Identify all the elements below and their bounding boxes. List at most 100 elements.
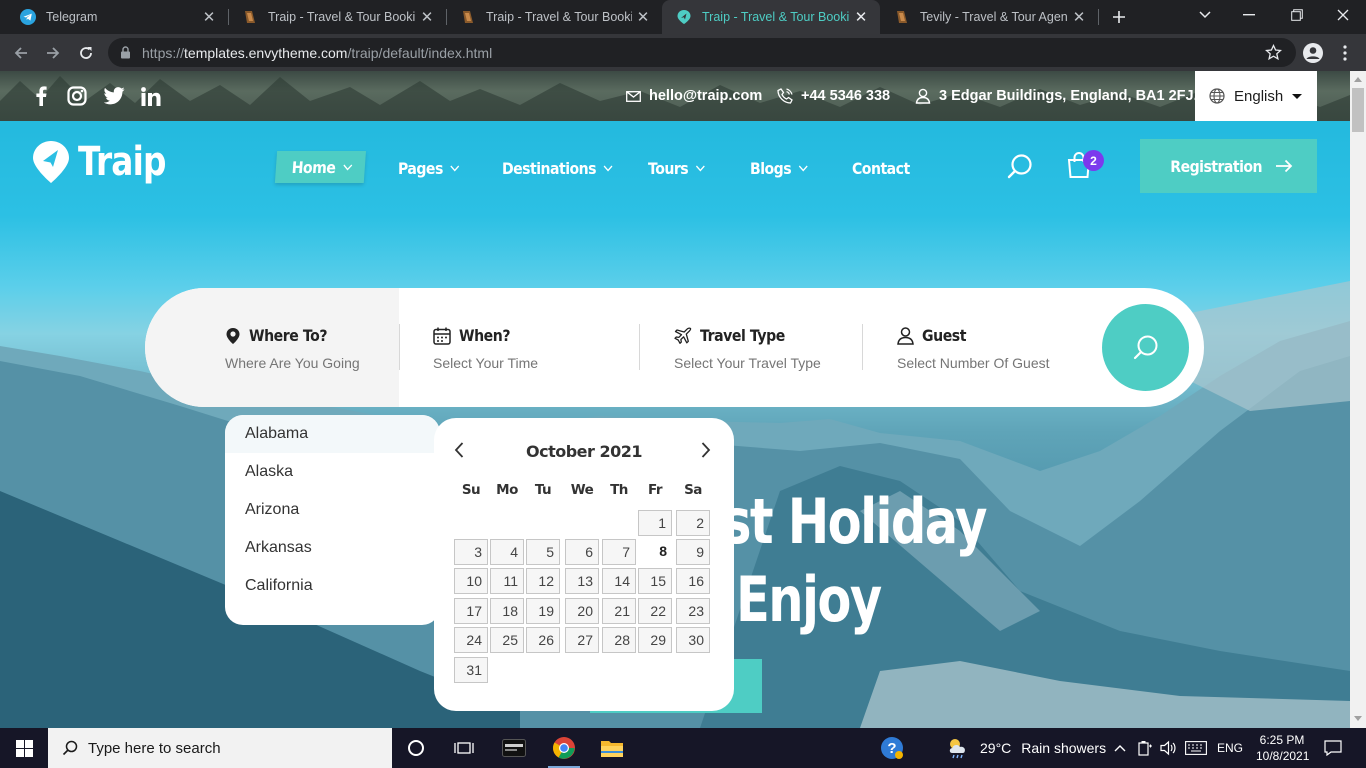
calendar-day[interactable]: 19 [526, 598, 560, 624]
nav-blogs[interactable]: Blogs [750, 153, 808, 183]
tab-traip-2[interactable]: Traip - Travel & Tour Booking ✕ [446, 0, 662, 34]
dropdown-option[interactable]: Alaska [225, 453, 440, 491]
calendar-day[interactable]: 4 [490, 539, 524, 565]
calendar-day[interactable]: 31 [454, 657, 488, 683]
nav-tours[interactable]: Tours [648, 153, 705, 183]
calendar-day[interactable]: 10 [454, 568, 488, 594]
calendar-day[interactable]: 26 [526, 627, 560, 653]
new-tab-button[interactable] [1106, 4, 1132, 30]
calendar-day-today[interactable]: 8 [638, 539, 672, 565]
calendar-day[interactable]: 30 [676, 627, 710, 653]
site-logo[interactable]: Traip [32, 139, 185, 185]
chrome-icon[interactable] [540, 728, 588, 768]
calendar-day[interactable]: 7 [602, 539, 636, 565]
volume-icon[interactable] [1158, 728, 1180, 768]
forward-button[interactable] [40, 40, 66, 66]
nav-pages[interactable]: Pages [398, 153, 460, 183]
cortana-icon[interactable] [392, 728, 440, 768]
battery-icon[interactable] [1134, 728, 1156, 768]
task-view-icon[interactable] [440, 728, 488, 768]
calendar-day[interactable]: 22 [638, 598, 672, 624]
calendar-day[interactable]: 13 [565, 568, 599, 594]
calendar-day[interactable]: 23 [676, 598, 710, 624]
dropdown-option[interactable]: Arkansas [225, 529, 440, 567]
close-icon[interactable]: ✕ [198, 6, 220, 28]
minimize-button[interactable] [1236, 2, 1262, 28]
windows-start-button[interactable] [0, 728, 48, 768]
search-icon[interactable] [1006, 153, 1034, 181]
show-hidden-icons-icon[interactable] [1110, 728, 1130, 768]
when-field[interactable]: When? Select Your Time [433, 326, 538, 371]
back-button[interactable] [8, 40, 34, 66]
dropdown-option[interactable]: California [225, 567, 440, 605]
nav-home[interactable]: Home [274, 151, 366, 183]
close-icon[interactable]: ✕ [850, 6, 872, 28]
calendar-day[interactable]: 3 [454, 539, 488, 565]
instagram-icon[interactable] [66, 85, 88, 107]
calendar-day[interactable]: 5 [526, 539, 560, 565]
taskbar-search-box[interactable]: Type here to search [48, 728, 392, 768]
calendar-day[interactable]: 14 [602, 568, 636, 594]
email-info[interactable]: hello@traip.com [626, 87, 762, 105]
calendar-day[interactable]: 11 [490, 568, 524, 594]
bookmark-star-icon[interactable] [1265, 44, 1282, 61]
scroll-down-icon[interactable] [1354, 716, 1362, 721]
app-icon[interactable] [490, 728, 538, 768]
notifications-icon[interactable] [1318, 728, 1348, 768]
calendar-day[interactable]: 6 [565, 539, 599, 565]
nav-contact[interactable]: Contact [852, 153, 910, 183]
calendar-day[interactable]: 20 [565, 598, 599, 624]
search-submit-button[interactable] [1102, 304, 1189, 391]
calendar-day[interactable]: 1 [638, 510, 672, 536]
calendar-day[interactable]: 21 [602, 598, 636, 624]
chevron-right-icon[interactable] [701, 442, 711, 458]
calendar-day[interactable]: 28 [602, 627, 636, 653]
tab-tevily[interactable]: Tevily - Travel & Tour Agency ✕ [880, 0, 1098, 34]
url-field[interactable]: https://templates.envytheme.com/traip/de… [108, 38, 1296, 67]
page-scrollbar[interactable] [1350, 71, 1366, 728]
dropdown-option[interactable]: Alabama [225, 415, 440, 453]
tab-traip-active[interactable]: Traip - Travel & Tour Booking ✕ [662, 0, 880, 34]
help-icon[interactable]: ? [868, 728, 916, 768]
keyboard-icon[interactable] [1183, 728, 1209, 768]
where-to-field[interactable]: Where To? Where Are You Going [225, 326, 360, 371]
calendar-day[interactable]: 16 [676, 568, 710, 594]
phone-info[interactable]: +44 5346 338 [777, 87, 890, 105]
calendar-day[interactable]: 9 [676, 539, 710, 565]
calendar-day[interactable]: 17 [454, 598, 488, 624]
linkedin-icon[interactable] [140, 85, 162, 107]
scroll-up-icon[interactable] [1354, 77, 1362, 82]
browser-menu-icon[interactable] [1332, 40, 1358, 66]
close-icon[interactable]: ✕ [632, 6, 654, 28]
facebook-icon[interactable] [30, 85, 52, 107]
travel-type-field[interactable]: Travel Type Select Your Travel Type [674, 326, 821, 371]
profile-avatar[interactable] [1300, 40, 1326, 66]
calendar-day[interactable]: 12 [526, 568, 560, 594]
calendar-day[interactable]: 2 [676, 510, 710, 536]
tab-search-button[interactable] [1192, 2, 1218, 28]
file-explorer-icon[interactable] [588, 728, 636, 768]
system-clock[interactable]: 6:25 PM 10/8/2021 [1256, 732, 1309, 764]
calendar-day[interactable]: 15 [638, 568, 672, 594]
weather-widget[interactable]: 29°C Rain showers [946, 728, 1106, 768]
close-icon[interactable]: ✕ [1068, 6, 1090, 28]
calendar-day[interactable]: 25 [490, 627, 524, 653]
guest-field[interactable]: Guest Select Number Of Guest [897, 326, 1050, 371]
input-language[interactable]: ENG [1212, 728, 1248, 768]
restore-button[interactable] [1284, 2, 1310, 28]
tab-traip-1[interactable]: Traip - Travel & Tour Booking ✕ [228, 0, 446, 34]
reload-button[interactable] [73, 40, 99, 66]
twitter-icon[interactable] [103, 85, 125, 107]
close-window-button[interactable] [1330, 2, 1356, 28]
scroll-thumb[interactable] [1352, 88, 1364, 132]
calendar-day[interactable]: 27 [565, 627, 599, 653]
calendar-day[interactable]: 18 [490, 598, 524, 624]
nav-destinations[interactable]: Destinations [502, 153, 613, 183]
calendar-day[interactable]: 24 [454, 627, 488, 653]
registration-button[interactable]: Registration [1140, 139, 1317, 193]
close-icon[interactable]: ✕ [416, 6, 438, 28]
language-selector[interactable]: English [1195, 71, 1317, 121]
dropdown-option[interactable]: Arizona [225, 491, 440, 529]
calendar-day[interactable]: 29 [638, 627, 672, 653]
tab-telegram[interactable]: Telegram ✕ [6, 0, 228, 34]
